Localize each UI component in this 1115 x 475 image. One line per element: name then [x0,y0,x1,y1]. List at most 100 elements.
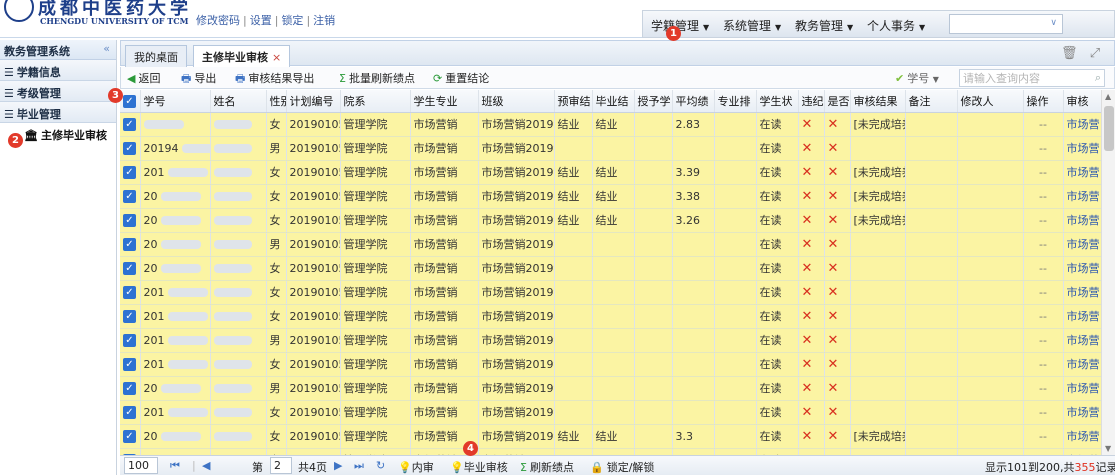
col-header[interactable]: 修改人 [957,90,1024,113]
row-checkbox[interactable]: ✓ [120,448,141,455]
tab-major-graduation-audit[interactable]: 主修毕业审核 × [193,45,291,67]
table-row[interactable]: ✓20 女20190105管理学院市场营销市场营销2019级在读✕✕--市场营 [120,256,1104,281]
top-dropdown[interactable]: ∨ [949,14,1063,34]
next-page-icon[interactable]: ▶ [334,459,342,472]
row-checkbox[interactable]: ✓ [120,160,141,185]
row-checkbox[interactable]: ✓ [120,304,141,329]
cell-audit-link[interactable]: 市场营 [1063,184,1104,209]
col-header[interactable]: 专业排 [714,90,757,113]
internal-audit-button[interactable]: 💡内审 [398,459,434,475]
reload-icon[interactable]: ↻ [376,459,385,472]
cell-operation[interactable]: -- [1023,328,1064,353]
table-row[interactable]: ✓20 男20190105管理学院市场营销市场营销2019级在读✕✕--市场营 [120,376,1104,401]
table-row[interactable]: ✓201 女20190105管理学院市场营销市场营销2019级在读✕✕--市场营 [120,280,1104,305]
cell-audit-link[interactable]: 市场营 [1063,328,1104,353]
trash-icon[interactable]: 🗑 [1061,46,1078,62]
table-row[interactable]: ✓201 女20190105管理学院市场营销市场营销2019级在读✕✕--市场营 [120,304,1104,329]
row-checkbox[interactable]: ✓ [120,208,141,233]
col-header[interactable]: 院系 [340,90,411,113]
cell-operation[interactable]: -- [1023,208,1064,233]
cell-operation[interactable]: -- [1023,232,1064,257]
collapse-sidebar-icon[interactable]: « [103,42,110,55]
table-row[interactable]: ✓20 男20190105管理学院市场营销市场营销2019级在读✕✕--市场营 [120,232,1104,257]
reset-conclusion-button[interactable]: ⟳ 重置结论 [433,70,489,86]
back-button[interactable]: ◀ 返回 [127,70,160,86]
scroll-up-icon[interactable]: ▲ [1105,92,1111,101]
table-row[interactable]: ✓2019 女20190105管理学院市场营销市场营销2019级在读✕✕--市场… [120,448,1104,455]
col-header[interactable]: 毕业结 [592,90,635,113]
change-password-link[interactable]: 修改密码 [196,14,240,27]
cell-operation[interactable]: -- [1023,256,1064,281]
last-page-icon[interactable]: ⏭ [354,459,364,473]
export-button[interactable]: 🖶 导出 [181,70,216,89]
cell-audit-link[interactable]: 市场营 [1063,208,1104,233]
row-checkbox[interactable]: ✓ [120,376,141,401]
col-header[interactable]: 审核结果 [850,90,906,113]
col-header[interactable]: 审核 [1063,90,1104,113]
row-checkbox[interactable]: ✓ [120,112,141,137]
cell-audit-link[interactable]: 市场营 [1063,376,1104,401]
cell-operation[interactable]: -- [1023,352,1064,377]
col-header[interactable]: 授予学 [634,90,673,113]
cell-audit-link[interactable]: 市场营 [1063,232,1104,257]
menu-personal[interactable]: 个人事务 ▼ [867,17,925,34]
batch-refresh-gpa-button[interactable]: Σ 批量刷新绩点 [339,70,415,86]
cell-audit-link[interactable]: 市场营 [1063,352,1104,377]
select-all-checkbox[interactable]: ✓ [120,90,141,113]
table-row[interactable]: ✓20 女20190105管理学院市场营销市场营销2019级结业结业3.38在读… [120,184,1104,209]
table-row[interactable]: ✓20194 男20190105管理学院市场营销市场营销2019级在读✕✕--市… [120,136,1104,161]
col-header[interactable]: 姓名 [210,90,267,113]
sidebar-item-exam-level[interactable]: ☰ 考级管理 [0,81,116,102]
cell-operation[interactable]: -- [1023,448,1064,455]
table-row[interactable]: ✓20 女20190105管理学院市场营销市场营销2019级结业结业3.26在读… [120,208,1104,233]
col-header[interactable]: 学生状 [756,90,799,113]
cell-audit-link[interactable]: 市场营 [1063,400,1104,425]
search-key-dropdown[interactable]: ✔ 学号 ▼ [895,70,939,86]
tab-my-desktop[interactable]: 我的桌面 [125,45,187,67]
row-checkbox[interactable]: ✓ [120,424,141,449]
fullscreen-icon[interactable]: ⤢ [1087,46,1103,62]
menu-academic[interactable]: 教务管理 ▼ [795,17,853,34]
logout-link[interactable]: 注销 [313,14,335,27]
col-header[interactable]: 预审结 [554,90,593,113]
table-row[interactable]: ✓ 女20190105管理学院市场营销市场营销2019级结业结业2.83在读✕✕… [120,112,1104,137]
cell-operation[interactable]: -- [1023,304,1064,329]
col-header[interactable]: 违纪 [798,90,825,113]
cell-operation[interactable]: -- [1023,136,1064,161]
prev-page-icon[interactable]: ◀ [202,459,210,472]
cell-operation[interactable]: -- [1023,112,1064,137]
row-checkbox[interactable]: ✓ [120,352,141,377]
table-row[interactable]: ✓201 女20190105管理学院市场营销市场营销2019级结业结业3.39在… [120,160,1104,185]
row-checkbox[interactable]: ✓ [120,256,141,281]
row-checkbox[interactable]: ✓ [120,400,141,425]
col-header[interactable]: 计划编号 [286,90,341,113]
refresh-gpa-button[interactable]: Σ 刷新绩点 [520,459,574,475]
cell-operation[interactable]: -- [1023,376,1064,401]
scroll-down-icon[interactable]: ▼ [1105,444,1111,453]
table-row[interactable]: ✓201 男20190105管理学院市场营销市场营销2019级在读✕✕--市场营 [120,328,1104,353]
table-row[interactable]: ✓20 女20190105管理学院市场营销市场营销2019级结业结业3.3在读✕… [120,424,1104,449]
cell-operation[interactable]: -- [1023,280,1064,305]
lock-unlock-button[interactable]: 🔒 锁定/解锁 [590,459,654,475]
col-header[interactable]: 性别 [266,90,287,113]
cell-audit-link[interactable]: 市场营 [1063,424,1104,449]
row-checkbox[interactable]: ✓ [120,136,141,161]
col-header[interactable]: 是否 [824,90,851,113]
lock-link[interactable]: 锁定 [281,14,303,27]
cell-audit-link[interactable]: 市场营 [1063,256,1104,281]
sidebar-item-graduation[interactable]: ☰ 毕业管理 [0,102,116,123]
cell-operation[interactable]: -- [1023,160,1064,185]
settings-link[interactable]: 设置 [250,14,272,27]
export-audit-results-button[interactable]: 🖶 审核结果导出 [235,70,314,89]
page-number-input[interactable]: 2 [270,457,292,474]
menu-system[interactable]: 系统管理 ▼ [723,17,781,34]
col-header[interactable]: 平均绩 [672,90,715,113]
row-checkbox[interactable]: ✓ [120,232,141,257]
search-input[interactable] [959,69,1105,87]
cell-operation[interactable]: -- [1023,184,1064,209]
col-header[interactable]: 班级 [478,90,555,113]
row-checkbox[interactable]: ✓ [120,184,141,209]
page-size-select[interactable]: 100 ∨ [124,457,158,474]
table-row[interactable]: ✓201 女20190105管理学院市场营销市场营销2019级在读✕✕--市场营 [120,352,1104,377]
col-header[interactable]: 学号 [140,90,211,113]
